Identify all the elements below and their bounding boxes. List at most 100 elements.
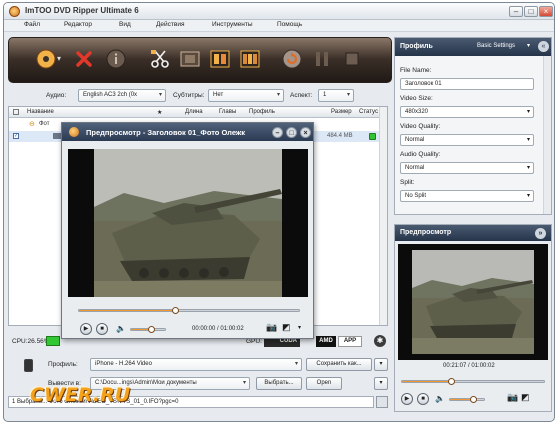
volume-icon: 🔈 xyxy=(116,324,126,333)
disc-icon xyxy=(36,49,56,69)
side-preview-time: 00:21:07 / 01:00:02 xyxy=(443,363,495,369)
preview-maximize-button[interactable]: □ xyxy=(286,127,297,138)
chevron-down-icon: ▾ xyxy=(294,361,298,367)
menu-help[interactable]: Помощь xyxy=(277,21,302,28)
menu-actions[interactable]: Действия xyxy=(156,21,184,28)
menu-file[interactable]: Файл xyxy=(24,21,40,28)
preview-close-button[interactable]: × xyxy=(300,127,311,138)
stop-button[interactable] xyxy=(341,48,363,70)
iphone-icon xyxy=(24,359,33,372)
film-icon xyxy=(180,51,200,67)
stop-icon xyxy=(345,52,359,66)
chevron-down-icon[interactable]: ▾ xyxy=(57,54,65,76)
pause-button[interactable] xyxy=(311,48,333,70)
video-quality-value: Normal xyxy=(405,137,425,143)
preview-seek-slider[interactable] xyxy=(78,307,300,314)
convert-button[interactable] xyxy=(281,48,303,70)
window-title: ImTOO DVD Ripper Ultimate 6 xyxy=(25,6,139,15)
profile-select[interactable]: iPhone - H.264 Video ▾ xyxy=(90,358,302,371)
profile-label: Профиль: xyxy=(48,361,78,368)
effects-button[interactable] xyxy=(179,48,201,70)
video-size-select[interactable]: 480x320 ▾ xyxy=(400,106,534,118)
col-size[interactable]: Размер xyxy=(331,109,352,115)
pause-icon xyxy=(316,52,328,66)
path-options-button[interactable] xyxy=(376,396,388,408)
preview-minimize-button[interactable]: – xyxy=(272,127,283,138)
audio-quality-select[interactable]: Normal ▾ xyxy=(400,162,534,174)
folder-label: Фот xyxy=(39,121,50,127)
preview-volume-knob[interactable] xyxy=(148,326,155,333)
file-name-input[interactable]: Заголовок 01 xyxy=(400,78,534,90)
side-seek-knob[interactable] xyxy=(448,378,455,385)
gpu-label: GPU: xyxy=(246,338,262,345)
side-volume-slider[interactable] xyxy=(449,396,485,403)
preview-seek-knob[interactable] xyxy=(172,307,179,314)
side-volume-knob[interactable] xyxy=(470,396,477,403)
folder-dropdown-button[interactable]: ▾ xyxy=(374,377,388,390)
preview-time: 00:00:00 / 01:00:02 xyxy=(192,326,244,332)
browse-button[interactable]: Выбрать... xyxy=(256,377,302,390)
list-scrollbar[interactable] xyxy=(379,107,387,325)
camera-icon[interactable]: ◩ xyxy=(282,322,291,333)
snapshot-camera-icon[interactable]: 📷 xyxy=(266,322,277,333)
col-chapters[interactable]: Главы xyxy=(219,109,236,115)
split-value: No Split xyxy=(405,193,427,199)
chevron-down-icon: ▾ xyxy=(527,43,531,49)
video-quality-select[interactable]: Normal ▾ xyxy=(400,134,534,146)
col-star[interactable]: ★ xyxy=(157,109,162,116)
merge-button[interactable] xyxy=(209,48,231,70)
subtitle-select[interactable]: Нет ▾ xyxy=(208,89,284,102)
profile-panel: Профиль Basic Settings ▾ « File Name: За… xyxy=(394,37,552,215)
load-dvd-button[interactable] xyxy=(35,48,57,70)
field-label: Video Size: xyxy=(400,95,433,102)
preview-play-button[interactable]: ▶ xyxy=(80,323,92,335)
aspect-select[interactable]: 1 ▾ xyxy=(318,89,354,102)
menu-edit[interactable]: Редактор xyxy=(64,21,92,28)
settings-gear-icon[interactable]: ✱ xyxy=(374,335,386,347)
side-volume-fill xyxy=(450,399,471,400)
info-button[interactable] xyxy=(105,48,127,70)
audio-select[interactable]: English AC3 2ch (0x ▾ xyxy=(78,89,166,102)
profile-scrollbar[interactable] xyxy=(543,56,551,214)
save-as-button[interactable]: Сохранить как... xyxy=(306,358,372,371)
refresh-icon xyxy=(282,49,302,69)
side-seek-slider[interactable] xyxy=(401,378,545,385)
select-all-checkbox[interactable] xyxy=(13,109,19,115)
clip-button[interactable] xyxy=(149,48,171,70)
col-status[interactable]: Статус xyxy=(359,109,378,115)
basic-settings-dropdown[interactable]: Basic Settings xyxy=(477,43,515,49)
row-checkbox[interactable]: ✓ xyxy=(13,133,19,139)
film-frames-icon xyxy=(240,50,260,68)
chevron-down-icon: ▾ xyxy=(526,165,530,171)
folder-icon: ⊖ xyxy=(29,121,35,128)
minimize-button[interactable]: – xyxy=(509,6,523,17)
menu-view[interactable]: Вид xyxy=(119,21,131,28)
app-logo-icon xyxy=(9,6,20,17)
preview-volume-slider[interactable] xyxy=(130,326,166,333)
app-badge[interactable]: APP xyxy=(338,336,362,347)
split-button[interactable] xyxy=(239,48,261,70)
chevron-down-icon[interactable]: ▾ xyxy=(298,324,301,331)
open-button[interactable]: Open xyxy=(306,377,342,390)
remove-button[interactable] xyxy=(73,48,95,70)
field-label: Audio Quality: xyxy=(400,151,441,158)
collapse-icon[interactable]: « xyxy=(538,41,549,52)
side-stop-button[interactable]: ■ xyxy=(417,393,429,405)
col-length[interactable]: Длина xyxy=(185,109,203,115)
close-window-button[interactable]: × xyxy=(539,6,553,17)
camera-icon[interactable]: ◩ xyxy=(521,392,530,403)
chevron-down-icon: ▾ xyxy=(158,92,162,98)
menu-tools[interactable]: Инструменты xyxy=(212,21,253,28)
split-select[interactable]: No Split ▾ xyxy=(400,190,534,202)
chevron-down-icon: ▾ xyxy=(242,380,246,386)
audio-label: Аудио: xyxy=(46,92,67,99)
side-play-button[interactable]: ▶ xyxy=(401,393,413,405)
col-profile[interactable]: Профиль xyxy=(249,109,275,115)
preview-stop-button[interactable]: ■ xyxy=(96,323,108,335)
maximize-button[interactable]: □ xyxy=(524,6,538,17)
expand-icon[interactable]: » xyxy=(535,228,546,239)
profile-dropdown-button[interactable]: ▾ xyxy=(374,358,388,371)
snapshot-camera-icon[interactable]: 📷 xyxy=(507,392,518,403)
field-label: File Name: xyxy=(400,67,432,74)
col-name[interactable]: Название xyxy=(27,109,54,115)
